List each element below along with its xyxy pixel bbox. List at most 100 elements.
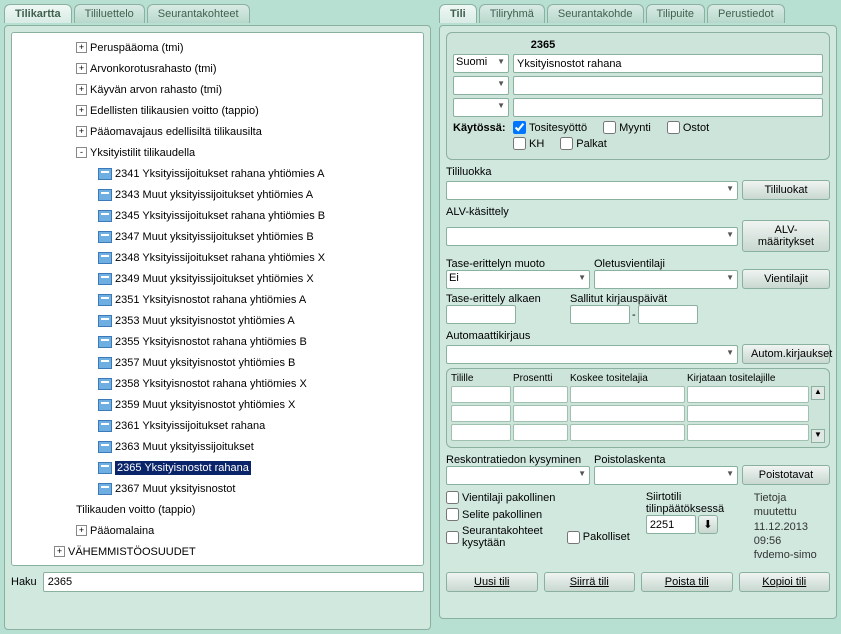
grid-cell[interactable] xyxy=(687,405,809,422)
expand-icon[interactable]: + xyxy=(76,84,87,95)
tree-label[interactable]: 2367 Muut yksityisnostot xyxy=(115,483,235,495)
tree-row[interactable]: 2363 Muut yksityissijoitukset xyxy=(14,436,421,457)
tree-row[interactable]: 2347 Muut yksityissijoitukset yhtiömies … xyxy=(14,226,421,247)
expand-icon[interactable]: + xyxy=(76,63,87,74)
tree-label[interactable]: 2341 Yksityissijoitukset rahana yhtiömie… xyxy=(115,168,325,180)
tree-row[interactable]: 2349 Muut yksityissijoitukset yhtiömies … xyxy=(14,268,421,289)
expand-icon[interactable]: + xyxy=(76,42,87,53)
tab-tililuettelo[interactable]: Tililuettelo xyxy=(74,4,145,23)
tree-label[interactable]: Yksityistilit tilikaudella xyxy=(90,147,195,159)
tililuokat-button[interactable]: Tililuokat xyxy=(742,180,830,200)
tree-row[interactable]: +VÄHEMMISTÖOSUUDET xyxy=(14,541,421,562)
cb-tositesyotto[interactable]: Tositesyöttö xyxy=(513,121,587,134)
grid-cell[interactable] xyxy=(687,386,809,403)
grid-scroll-up[interactable]: ▲ xyxy=(811,386,825,400)
tree-row[interactable]: 2355 Yksityisnostot rahana yhtiömies B xyxy=(14,331,421,352)
cb-myynti[interactable]: Myynti xyxy=(603,121,651,134)
tab-tilipuite[interactable]: Tilipuite xyxy=(646,4,706,23)
poistotavat-button[interactable]: Poistotavat xyxy=(742,465,830,485)
search-input[interactable] xyxy=(43,572,424,592)
tree-label[interactable]: Tilikauden voitto (tappio) xyxy=(76,504,195,516)
tree-row[interactable]: 2351 Yksityisnostot rahana yhtiömies A xyxy=(14,289,421,310)
oletusvientilaji-select[interactable] xyxy=(594,270,738,289)
account-name-input[interactable] xyxy=(513,54,823,73)
tree-label[interactable]: 2358 Yksityisnostot rahana yhtiömies X xyxy=(115,378,307,390)
account-name2-input[interactable] xyxy=(513,76,823,95)
tree-row[interactable]: +Pääomavajaus edellisiltä tilikausilta xyxy=(14,121,421,142)
cb-palkat[interactable]: Palkat xyxy=(560,137,607,150)
tab-seurantakohde[interactable]: Seurantakohde xyxy=(547,4,644,23)
tase-muoto-select[interactable]: Ei xyxy=(446,270,590,289)
tree-row[interactable]: 2361 Yksityissijoitukset rahana xyxy=(14,415,421,436)
tree-row[interactable]: 2348 Yksityissijoitukset rahana yhtiömie… xyxy=(14,247,421,268)
tree-label[interactable]: 2355 Yksityisnostot rahana yhtiömies B xyxy=(115,336,307,348)
tab-tili[interactable]: Tili xyxy=(439,4,477,23)
poista-tili-button[interactable]: Poista tili xyxy=(641,572,733,592)
grid-cell[interactable] xyxy=(687,424,809,441)
reskontra-select[interactable] xyxy=(446,466,590,485)
sallitut-to-input[interactable] xyxy=(638,305,698,324)
cb-selite-pakollinen[interactable]: Selite pakollinen xyxy=(446,508,630,521)
tree-row[interactable]: 2345 Yksityissijoitukset rahana yhtiömie… xyxy=(14,205,421,226)
grid-cell[interactable] xyxy=(570,424,685,441)
tree-label[interactable]: Arvonkorotusrahasto (tmi) xyxy=(90,63,217,75)
alv-select[interactable] xyxy=(446,227,738,246)
cb-kh[interactable]: KH xyxy=(513,137,544,150)
grid-cell[interactable] xyxy=(570,405,685,422)
cb-ostot[interactable]: Ostot xyxy=(667,121,709,134)
siirra-tili-button[interactable]: Siirrä tili xyxy=(544,572,636,592)
tree-label[interactable]: Pääomavajaus edellisiltä tilikausilta xyxy=(90,126,262,138)
tree-label[interactable]: 2361 Yksityissijoitukset rahana xyxy=(115,420,265,432)
tree-label[interactable]: 2351 Yksityisnostot rahana yhtiömies A xyxy=(115,294,306,306)
tree-label[interactable]: Käyvän arvon rahasto (tmi) xyxy=(90,84,222,96)
tree-label[interactable]: 2349 Muut yksityissijoitukset yhtiömies … xyxy=(115,273,314,285)
tree-label[interactable]: Peruspääoma (tmi) xyxy=(90,42,184,54)
tree-row[interactable]: +Arvonkorotusrahasto (tmi) xyxy=(14,58,421,79)
tree-row[interactable]: +Edellisten tilikausien voitto (tappio) xyxy=(14,100,421,121)
lang3-select[interactable] xyxy=(453,98,509,117)
tree-row[interactable]: 2359 Muut yksityisnostot yhtiömies X xyxy=(14,394,421,415)
tree-row[interactable]: 2365 Yksityisnostot rahana xyxy=(14,457,421,478)
tree-label[interactable]: Edellisten tilikausien voitto (tappio) xyxy=(90,105,259,117)
tab-tilikartta[interactable]: Tilikartta xyxy=(4,4,72,23)
tab-tiliryhma[interactable]: Tiliryhmä xyxy=(479,4,545,23)
autom-kirjaukset-button[interactable]: Autom.kirjaukset xyxy=(742,344,830,364)
automaattikirjaus-select[interactable] xyxy=(446,345,738,364)
tree-row[interactable]: 2358 Yksityisnostot rahana yhtiömies X xyxy=(14,373,421,394)
sallitut-from-input[interactable] xyxy=(570,305,630,324)
tree-label[interactable]: 2348 Yksityissijoitukset rahana yhtiömie… xyxy=(115,252,325,264)
tree-row[interactable]: +Peruspääoma (tmi) xyxy=(14,37,421,58)
account-name3-input[interactable] xyxy=(513,98,823,117)
tree-label[interactable]: 2359 Muut yksityisnostot yhtiömies X xyxy=(115,399,295,411)
tree-row[interactable]: 2353 Muut yksityisnostot yhtiömies A xyxy=(14,310,421,331)
grid-cell[interactable] xyxy=(513,424,568,441)
kopioi-tili-button[interactable]: Kopioi tili xyxy=(739,572,831,592)
uusi-tili-button[interactable]: Uusi tili xyxy=(446,572,538,592)
vientilajit-button[interactable]: Vientilajit xyxy=(742,269,830,289)
tree-row[interactable]: 2367 Muut yksityisnostot xyxy=(14,478,421,499)
tree-label[interactable]: 2343 Muut yksityissijoitukset yhtiömies … xyxy=(115,189,313,201)
tree-label[interactable]: 2345 Yksityissijoitukset rahana yhtiömie… xyxy=(115,210,325,222)
tree-row[interactable]: 2343 Muut yksityissijoitukset yhtiömies … xyxy=(14,184,421,205)
tree-row[interactable]: 2341 Yksityissijoitukset rahana yhtiömie… xyxy=(14,163,421,184)
siirtotili-lookup-button[interactable]: ⬇ xyxy=(698,515,718,534)
tree-label[interactable]: 2357 Muut yksityisnostot yhtiömies B xyxy=(115,357,295,369)
tree-label[interactable]: 2363 Muut yksityissijoitukset xyxy=(115,441,254,453)
expand-icon[interactable]: + xyxy=(76,525,87,536)
tree-label[interactable]: 2347 Muut yksityissijoitukset yhtiömies … xyxy=(115,231,314,243)
tab-perustiedot[interactable]: Perustiedot xyxy=(707,4,785,23)
expand-icon[interactable]: + xyxy=(76,126,87,137)
tree-row[interactable]: +Pääomalaina xyxy=(14,520,421,541)
language-select[interactable]: Suomi xyxy=(453,54,509,73)
tililuokka-select[interactable] xyxy=(446,181,738,200)
grid-cell[interactable] xyxy=(451,424,511,441)
grid-cell[interactable] xyxy=(451,405,511,422)
tree-row[interactable]: Tilikauden voitto (tappio) xyxy=(14,499,421,520)
tree-label[interactable]: 2365 Yksityisnostot rahana xyxy=(115,461,251,475)
tree-row[interactable]: 2357 Muut yksityisnostot yhtiömies B xyxy=(14,352,421,373)
expand-icon[interactable]: + xyxy=(76,105,87,116)
cb-seurantakohteet-kysytaan[interactable]: Seurantakohteet kysytään xyxy=(446,525,543,549)
tree-label[interactable]: VÄHEMMISTÖOSUUDET xyxy=(68,546,196,558)
grid-cell[interactable] xyxy=(570,386,685,403)
tase-alkaen-input[interactable] xyxy=(446,305,516,324)
